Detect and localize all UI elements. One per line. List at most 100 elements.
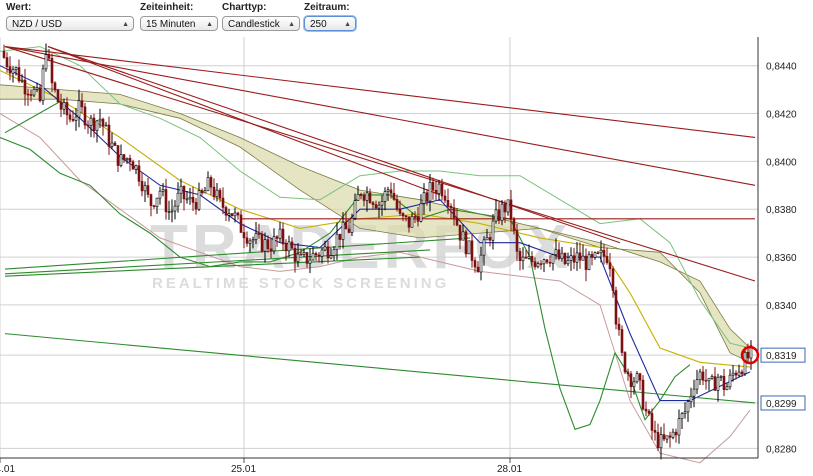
candle-body xyxy=(650,413,654,431)
candle-body xyxy=(635,373,639,383)
candle-body xyxy=(98,118,102,122)
candle-body xyxy=(524,256,528,259)
candle-body xyxy=(272,236,276,252)
x-tick-label: 24.01 xyxy=(0,464,15,475)
candle-body xyxy=(641,379,645,410)
candle-body xyxy=(32,89,36,96)
candle-body xyxy=(488,237,492,241)
candle-body xyxy=(734,372,738,376)
candle-body xyxy=(701,371,705,381)
candle-body xyxy=(116,145,120,166)
candle-body xyxy=(233,212,237,217)
candle-body xyxy=(677,418,681,436)
candle-body xyxy=(671,431,675,438)
candle-body xyxy=(716,376,720,391)
candle-body xyxy=(11,69,15,74)
y-tick-label: 0,8420 xyxy=(766,110,797,121)
candle-body xyxy=(725,386,729,390)
candle-body xyxy=(512,219,516,231)
candle-body xyxy=(131,161,135,170)
candle-body xyxy=(719,375,723,378)
candle-body xyxy=(689,395,693,403)
candle-body xyxy=(569,255,573,261)
candle-body xyxy=(53,82,57,91)
candle-body xyxy=(533,261,537,267)
candle-body xyxy=(254,233,258,240)
candle-body xyxy=(599,249,603,254)
y-tick-label: 0,8380 xyxy=(766,205,797,216)
candle-body xyxy=(245,237,249,244)
candle-body xyxy=(404,215,408,218)
candle-body xyxy=(20,79,24,82)
candle-body xyxy=(545,259,549,263)
y-tick-label: 0,8400 xyxy=(766,157,797,168)
candle-body xyxy=(626,371,630,375)
candle-body xyxy=(221,197,225,208)
candle-body xyxy=(242,232,246,239)
candle-body xyxy=(224,207,228,216)
candle-body xyxy=(731,372,735,376)
candle-body xyxy=(686,401,690,413)
candle-body xyxy=(566,260,570,265)
candle-body xyxy=(44,54,48,70)
candle-body xyxy=(425,192,429,202)
charttyp-control: Charttyp: Candlestick ▲ xyxy=(222,2,300,31)
candle-body xyxy=(446,200,450,207)
candle-body xyxy=(155,197,159,207)
candle-body xyxy=(287,241,291,252)
zeitraum-select[interactable]: 250 ▲ xyxy=(304,16,356,31)
candle-body xyxy=(209,177,213,188)
candle-body xyxy=(83,106,87,126)
candle-body xyxy=(542,259,546,265)
candle-body xyxy=(359,193,363,196)
x-tick-label: 28.01 xyxy=(497,464,522,475)
candle-body xyxy=(440,183,444,197)
candle-body xyxy=(722,375,726,390)
candle-body xyxy=(29,94,33,96)
candle-body xyxy=(605,256,609,264)
candle-body xyxy=(314,253,318,256)
candle-body xyxy=(485,237,489,241)
y-tick-label: 0,8360 xyxy=(766,253,797,264)
wert-select[interactable]: NZD / USD ▲ xyxy=(6,16,134,31)
candle-body xyxy=(467,240,471,255)
candle-body xyxy=(74,116,78,121)
candle-body xyxy=(101,118,105,127)
candle-body xyxy=(239,214,243,233)
trendline-green xyxy=(4,101,61,134)
candle-body xyxy=(257,233,261,235)
candle-body xyxy=(695,379,699,390)
candle-body xyxy=(515,230,519,252)
candle-body xyxy=(509,199,513,220)
candle-body xyxy=(179,185,183,194)
charttyp-select[interactable]: Candlestick ▲ xyxy=(222,16,300,31)
candle-body xyxy=(143,185,147,192)
candle-body xyxy=(443,195,447,201)
candle-body xyxy=(170,210,174,213)
candle-body xyxy=(461,231,465,241)
candle-body xyxy=(683,411,687,414)
candle-body xyxy=(161,189,165,192)
candle-body xyxy=(107,124,111,147)
zeiteinheit-control: Zeiteinheit: 15 Minuten ▲ xyxy=(140,2,218,31)
chart-toolbar: Wert: NZD / USD ▲ Zeiteinheit: 15 Minute… xyxy=(0,0,813,34)
candle-body xyxy=(386,189,390,192)
candle-body xyxy=(692,388,696,397)
candlestick-chart[interactable]: TRADERFOX REALTIME STOCK SCREENING 0,844… xyxy=(0,34,813,476)
candle-body xyxy=(563,252,567,265)
candle-body xyxy=(212,186,216,197)
y-tick-label: 0,8440 xyxy=(766,62,797,73)
candle-body xyxy=(194,202,198,210)
candle-body xyxy=(128,157,132,163)
candle-body xyxy=(464,231,468,255)
candle-body xyxy=(122,154,126,160)
candle-body xyxy=(173,205,177,212)
zeiteinheit-select[interactable]: 15 Minuten ▲ xyxy=(140,16,218,31)
candle-body xyxy=(152,205,156,207)
candle-body xyxy=(326,246,330,259)
candle-body xyxy=(113,142,117,146)
wert-value: NZD / USD xyxy=(12,19,62,30)
candle-body xyxy=(320,249,324,257)
candle-body xyxy=(158,190,162,199)
candle-body xyxy=(617,323,621,330)
